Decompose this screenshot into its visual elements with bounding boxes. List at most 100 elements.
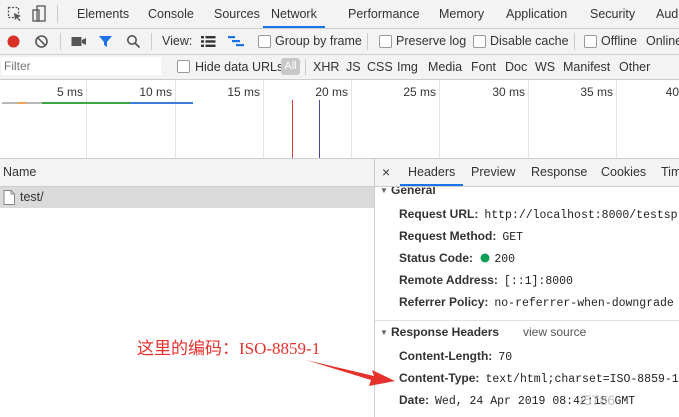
offline-checkbox[interactable] xyxy=(584,35,597,48)
section-divider xyxy=(375,320,679,321)
group-by-frame-label: Group by frame xyxy=(275,34,362,48)
tab-network[interactable]: Network xyxy=(263,0,325,28)
collapse-triangle-icon[interactable]: ▼ xyxy=(380,187,388,195)
timeline-bar-stalled xyxy=(2,102,18,104)
inspect-element-icon[interactable] xyxy=(7,6,23,22)
filter-css[interactable]: CSS xyxy=(367,55,393,79)
status-code-row: Status Code: 200 xyxy=(399,249,515,267)
timeline-gridline xyxy=(528,80,529,158)
toolbar-separator xyxy=(151,33,152,50)
close-detail-icon[interactable]: × xyxy=(382,159,390,186)
filter-ws[interactable]: WS xyxy=(535,55,555,79)
timeline-bar-dns xyxy=(18,102,26,104)
remote-address-row: Remote Address: [::1]:8000 xyxy=(399,271,573,289)
table-row[interactable]: test/ xyxy=(0,187,374,208)
timeline-tick-label: 25 ms xyxy=(403,85,436,99)
timeline-bar-download xyxy=(130,102,193,104)
tab-audits[interactable]: Aud xyxy=(656,0,678,28)
date-key: Date: xyxy=(399,393,430,407)
large-rows-icon[interactable] xyxy=(201,35,216,48)
tab-security[interactable]: Security xyxy=(590,0,635,28)
filter-font[interactable]: Font xyxy=(471,55,496,79)
tab-console[interactable]: Console xyxy=(148,0,194,28)
annotation-arrow-icon xyxy=(306,360,395,386)
waterfall-overview-icon[interactable] xyxy=(228,35,245,48)
request-name: test/ xyxy=(20,190,44,204)
timeline-gridline xyxy=(439,80,440,158)
filter-all-button[interactable]: All xyxy=(281,58,300,75)
collapse-triangle-icon[interactable]: ▼ xyxy=(380,328,388,337)
request-url-key: Request URL: xyxy=(399,207,479,221)
device-toolbar-icon[interactable] xyxy=(31,5,47,23)
general-section-title[interactable]: General xyxy=(391,187,436,197)
status-ok-icon xyxy=(480,253,490,263)
tab-separator xyxy=(57,5,58,23)
toolbar-separator xyxy=(367,33,368,50)
toolbar-separator xyxy=(60,33,61,50)
request-method-key: Request Method: xyxy=(399,229,497,243)
dom-content-loaded-marker xyxy=(319,100,320,158)
tab-response[interactable]: Response xyxy=(531,159,587,186)
record-icon[interactable] xyxy=(6,34,21,49)
content-type-row: Content-Type: text/html;charset=ISO-8859-… xyxy=(399,369,679,387)
column-name-header[interactable]: Name xyxy=(3,159,36,186)
referrer-policy-key: Referrer Policy: xyxy=(399,295,489,309)
content-length-value: 70 xyxy=(498,351,513,364)
view-source-link[interactable]: view source xyxy=(523,325,586,339)
filter-input[interactable] xyxy=(1,57,161,75)
timeline-gridline xyxy=(86,80,87,158)
disable-cache-label: Disable cache xyxy=(490,34,569,48)
timeline-tick-label: 35 ms xyxy=(580,85,613,99)
network-toolbar: View: Group by frame Preserve log Disabl… xyxy=(0,29,679,55)
timeline-tick-label: 30 ms xyxy=(492,85,525,99)
tab-application[interactable]: Application xyxy=(506,0,567,28)
timeline-bar-waiting xyxy=(42,102,130,104)
group-by-frame-checkbox[interactable] xyxy=(258,35,271,48)
remote-address-value: [::1]:8000 xyxy=(503,275,573,288)
preserve-log-checkbox[interactable] xyxy=(379,35,392,48)
tab-timing[interactable]: Tim xyxy=(661,159,679,186)
filter-bar: Hide data URLs All XHR JS CSS Img Media … xyxy=(0,55,679,80)
referrer-policy-value: no-referrer-when-downgrade xyxy=(494,297,674,310)
offline-label: Offline xyxy=(601,34,637,48)
timeline-tick-label: 15 ms xyxy=(227,85,260,99)
capture-screenshots-icon[interactable] xyxy=(71,35,87,48)
tab-preview[interactable]: Preview xyxy=(471,159,515,186)
load-event-marker xyxy=(292,100,293,158)
clear-icon[interactable] xyxy=(34,34,49,49)
timeline-gridline xyxy=(175,80,176,158)
filter-manifest[interactable]: Manifest xyxy=(563,55,610,79)
status-code-value: 200 xyxy=(494,253,516,266)
filter-icon[interactable] xyxy=(98,34,113,49)
timeline-overview[interactable]: 5 ms 10 ms 15 ms 20 ms 25 ms 30 ms 35 ms… xyxy=(0,80,679,159)
filter-img[interactable]: Img xyxy=(397,55,418,79)
document-file-icon xyxy=(3,190,15,205)
filter-media[interactable]: Media xyxy=(428,55,462,79)
hide-data-urls-checkbox[interactable] xyxy=(177,60,190,73)
filter-js[interactable]: JS xyxy=(346,55,361,79)
headers-panel: ▼ General Request URL: http://localhost:8… xyxy=(375,187,679,417)
filter-separator xyxy=(305,59,306,75)
tab-cookies[interactable]: Cookies xyxy=(601,159,646,186)
status-code-key: Status Code: xyxy=(399,251,474,265)
request-method-row: Request Method: GET xyxy=(399,227,523,245)
disable-cache-checkbox[interactable] xyxy=(473,35,486,48)
search-icon[interactable] xyxy=(126,34,141,49)
throttling-select[interactable]: Online xyxy=(646,29,679,54)
filter-xhr[interactable]: XHR xyxy=(313,55,339,79)
timeline-tick-label: 20 ms xyxy=(315,85,348,99)
view-label: View: xyxy=(162,34,193,48)
request-url-value: http://localhost:8000/testspro xyxy=(484,209,679,222)
filter-doc[interactable]: Doc xyxy=(505,55,527,79)
tab-sources[interactable]: Sources xyxy=(214,0,260,28)
content-length-row: Content-Length: 70 xyxy=(399,347,512,365)
filter-other[interactable]: Other xyxy=(619,55,650,79)
tab-performance[interactable]: Performance xyxy=(348,0,420,28)
tab-elements[interactable]: Elements xyxy=(77,0,129,28)
response-headers-section-title[interactable]: Response Headers xyxy=(391,325,499,339)
timeline-gridline xyxy=(263,80,264,158)
tab-memory[interactable]: Memory xyxy=(439,0,484,28)
remote-address-key: Remote Address: xyxy=(399,273,498,287)
toolbar-separator xyxy=(574,33,575,50)
tab-headers[interactable]: Headers xyxy=(400,159,464,186)
